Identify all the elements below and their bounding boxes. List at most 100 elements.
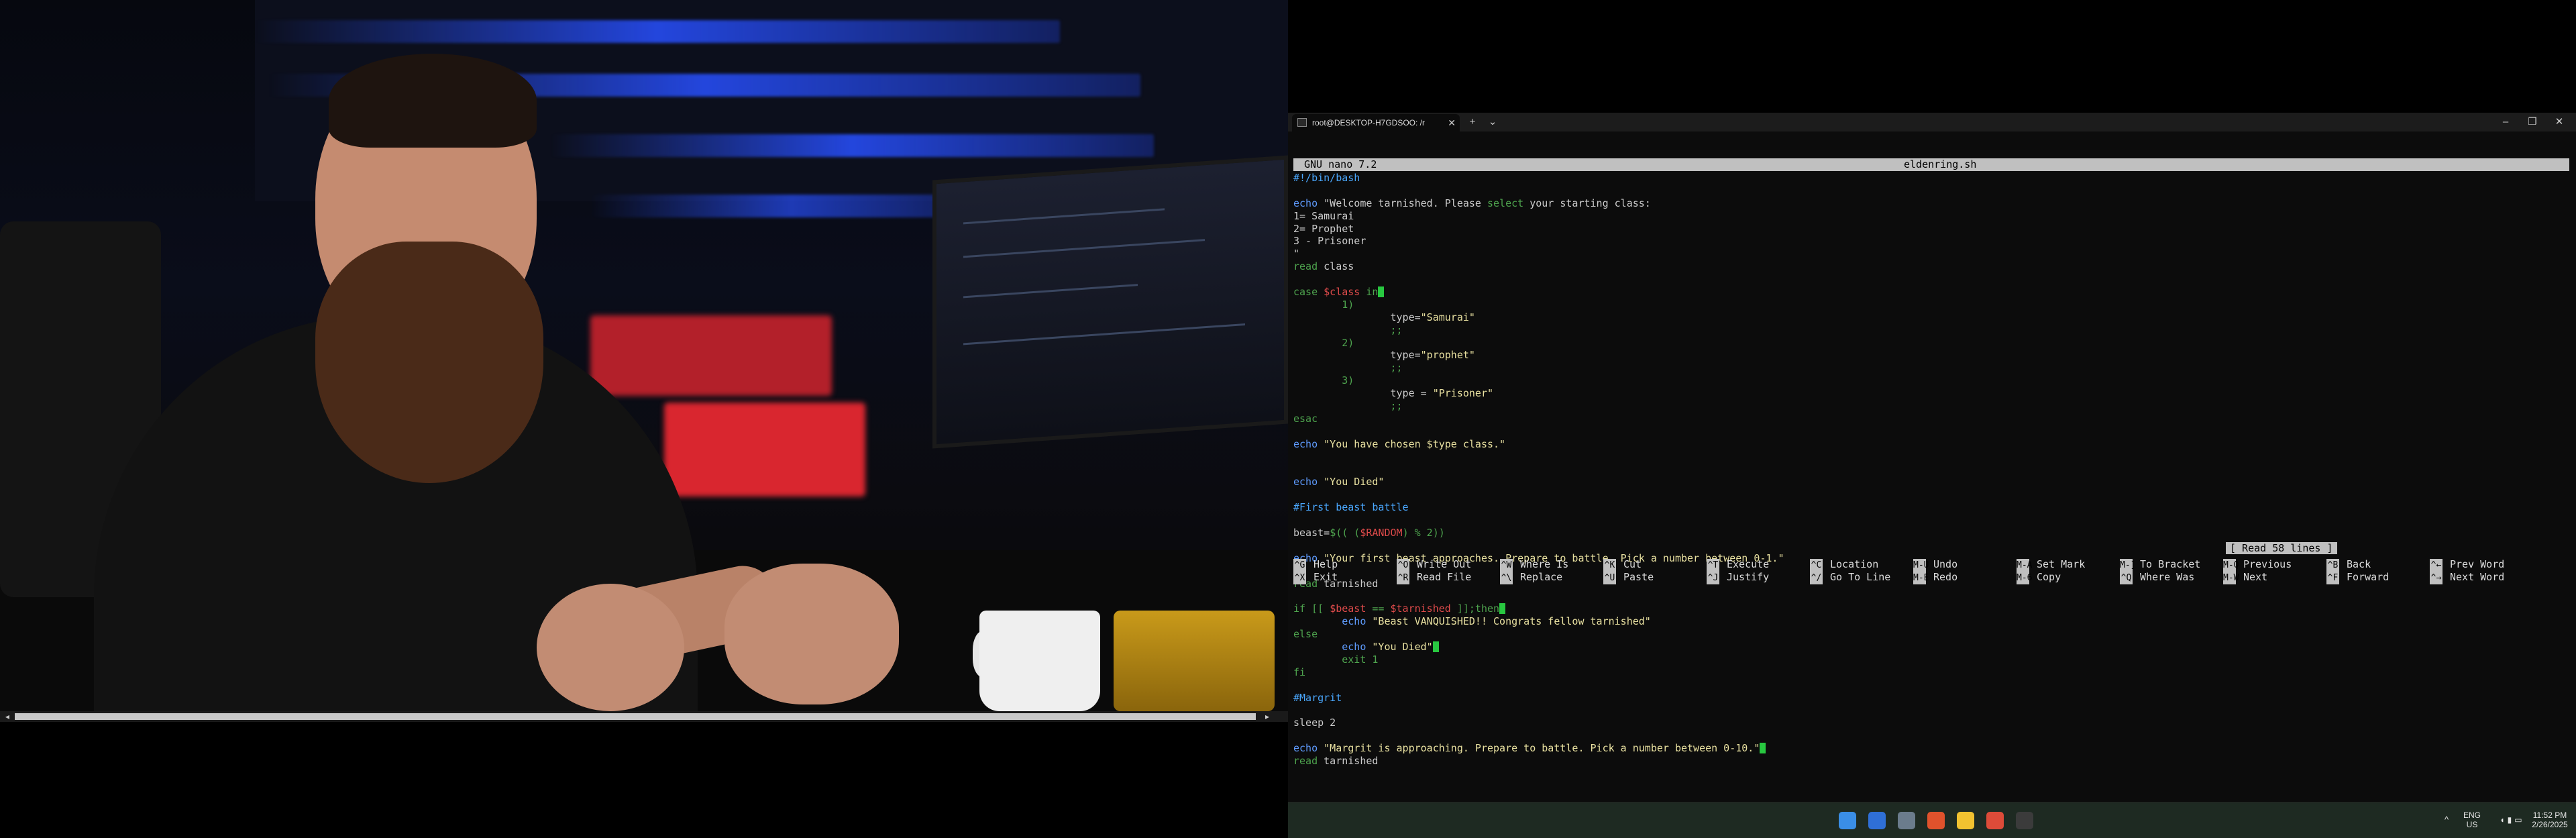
shortcut-item[interactable]: ^F Forward bbox=[2326, 571, 2427, 584]
code-line[interactable] bbox=[1293, 451, 2569, 464]
shortcut-item[interactable]: ^K Cut bbox=[1603, 558, 1704, 572]
shortcut-group: M-Q Previous M-W Next bbox=[2223, 558, 2324, 588]
shortcut-item[interactable]: ^R Read File bbox=[1397, 571, 1497, 584]
start-icon[interactable] bbox=[1839, 812, 1856, 829]
shortcut-item[interactable]: ^→ Next Word bbox=[2430, 571, 2530, 584]
code-line[interactable]: #Margrit bbox=[1293, 692, 2569, 704]
tab-dropdown-button[interactable]: ⌄ bbox=[1483, 113, 1503, 132]
code-line[interactable]: echo "You Died" bbox=[1293, 641, 2569, 653]
code-line[interactable]: ;; bbox=[1293, 324, 2569, 337]
shortcut-item[interactable]: ^/ Go To Line bbox=[1810, 571, 1911, 584]
code-line[interactable]: else bbox=[1293, 628, 2569, 641]
scrollbar-thumb[interactable] bbox=[15, 713, 1256, 720]
shortcut-item[interactable]: M-6 Copy bbox=[2017, 571, 2117, 584]
code-line[interactable]: 3) bbox=[1293, 374, 2569, 387]
code-line[interactable]: " bbox=[1293, 248, 2569, 260]
scroll-right-icon[interactable]: ▸ bbox=[1261, 711, 1273, 722]
code-line[interactable]: 3 - Prisoner bbox=[1293, 235, 2569, 248]
video-frame[interactable] bbox=[0, 0, 1288, 711]
code-line[interactable]: #First beast battle bbox=[1293, 501, 2569, 514]
task-view-icon[interactable] bbox=[1898, 812, 1915, 829]
code-line[interactable] bbox=[1293, 425, 2569, 438]
new-tab-button[interactable]: + bbox=[1462, 113, 1483, 132]
code-line[interactable]: if [[ $beast == $tarnished ]];then bbox=[1293, 603, 2569, 615]
code-line[interactable]: ;; bbox=[1293, 400, 2569, 413]
maximize-button[interactable]: ❐ bbox=[2522, 113, 2542, 132]
shortcut-item[interactable]: M-W Next bbox=[2223, 571, 2324, 584]
file-explorer-icon[interactable] bbox=[1957, 812, 1974, 829]
code-line[interactable] bbox=[1293, 273, 2569, 286]
code-line[interactable]: echo "Margrit is approaching. Prepare to… bbox=[1293, 742, 2569, 755]
code-token: " bbox=[1293, 248, 1300, 260]
network-icon[interactable]: ▮ bbox=[2508, 815, 2515, 825]
code-line[interactable]: case $class in bbox=[1293, 286, 2569, 299]
language-indicator[interactable]: ENG US bbox=[2461, 810, 2483, 829]
code-line[interactable]: exit 1 bbox=[1293, 653, 2569, 666]
shortcut-item[interactable]: ^T Execute bbox=[1707, 558, 1807, 572]
brave-browser-icon[interactable] bbox=[1927, 812, 1945, 829]
shortcut-item[interactable]: ^J Justify bbox=[1707, 571, 1807, 584]
code-line[interactable]: echo "You Died" bbox=[1293, 476, 2569, 488]
shortcut-item[interactable]: ^\ Replace bbox=[1500, 571, 1601, 584]
code-line[interactable]: beast=$(( ($RANDOM) % 2)) bbox=[1293, 527, 2569, 539]
tab-close-icon[interactable]: ✕ bbox=[1448, 114, 1456, 132]
code-token: echo bbox=[1293, 615, 1373, 628]
shortcut-item[interactable]: M-U Undo bbox=[1913, 558, 2014, 572]
code-line[interactable]: #!/bin/bash bbox=[1293, 172, 2569, 185]
code-line[interactable]: read class bbox=[1293, 260, 2569, 273]
shortcut-item[interactable]: ^← Prev Word bbox=[2430, 558, 2530, 572]
code-editor-area[interactable]: #!/bin/bash echo "Welcome tarnished. Plea… bbox=[1293, 172, 2569, 768]
shortcut-item[interactable]: ^W Where Is bbox=[1500, 558, 1601, 572]
code-line[interactable]: type="Samurai" bbox=[1293, 311, 2569, 324]
code-line[interactable] bbox=[1293, 463, 2569, 476]
shortcut-item[interactable]: ^B Back bbox=[2326, 558, 2427, 572]
tray-chevron-icon[interactable]: ^ bbox=[2442, 815, 2451, 825]
code-line[interactable]: read tarnished bbox=[1293, 755, 2569, 768]
code-line[interactable] bbox=[1293, 590, 2569, 603]
terminal-window[interactable]: root@DESKTOP-H7GDSOO: /r ✕ + ⌄ – ❐ ✕ GNU… bbox=[1288, 113, 2576, 802]
speaker-icon[interactable]: ◖ bbox=[2500, 815, 2507, 825]
code-line[interactable]: echo "You have chosen $type class." bbox=[1293, 438, 2569, 451]
shortcut-item[interactable]: ^Q Where Was bbox=[2120, 571, 2220, 584]
region-label: US bbox=[2466, 820, 2478, 829]
code-line[interactable]: type = "Prisoner" bbox=[1293, 387, 2569, 400]
shortcut-item[interactable]: ^U Paste bbox=[1603, 571, 1704, 584]
code-line[interactable]: echo "Welcome tarnished. Please select y… bbox=[1293, 197, 2569, 210]
code-line[interactable] bbox=[1293, 488, 2569, 501]
clock[interactable]: 11:52 PM 2/26/2025 bbox=[2528, 810, 2572, 829]
video-scrollbar[interactable]: ◂ ▸ bbox=[0, 711, 1288, 722]
code-line[interactable]: ;; bbox=[1293, 362, 2569, 374]
terminal-icon[interactable] bbox=[2016, 812, 2033, 829]
shortcut-item[interactable]: M-A Set Mark bbox=[2017, 558, 2117, 572]
code-line[interactable]: 2) bbox=[1293, 337, 2569, 350]
code-line[interactable]: 1= Samurai bbox=[1293, 210, 2569, 223]
chrome-icon[interactable] bbox=[1986, 812, 2004, 829]
code-line[interactable]: 1) bbox=[1293, 299, 2569, 311]
shortcut-item[interactable]: ^O Write Out bbox=[1397, 558, 1497, 572]
scroll-left-icon[interactable]: ◂ bbox=[1, 711, 13, 722]
code-line[interactable]: fi bbox=[1293, 666, 2569, 679]
shortcut-item[interactable]: M-Q Previous bbox=[2223, 558, 2324, 572]
code-line[interactable] bbox=[1293, 514, 2569, 527]
close-button[interactable]: ✕ bbox=[2549, 113, 2569, 132]
code-line[interactable]: 2= Prophet bbox=[1293, 223, 2569, 235]
code-line[interactable] bbox=[1293, 679, 2569, 692]
code-line[interactable] bbox=[1293, 704, 2569, 717]
minimize-button[interactable]: – bbox=[2496, 113, 2516, 132]
battery-icon[interactable]: ▭ bbox=[2514, 815, 2524, 825]
shortcut-item[interactable]: M-E Redo bbox=[1913, 571, 2014, 584]
code-line[interactable] bbox=[1293, 729, 2569, 742]
code-line[interactable]: echo "Beast VANQUISHED!! Congrats fellow… bbox=[1293, 615, 2569, 628]
terminal-tab[interactable]: root@DESKTOP-H7GDSOO: /r ✕ bbox=[1292, 114, 1460, 132]
code-line[interactable]: sleep 2 bbox=[1293, 717, 2569, 729]
code-line[interactable] bbox=[1293, 539, 2569, 552]
shortcut-item[interactable]: M-] To Bracket bbox=[2120, 558, 2220, 572]
shortcut-item[interactable]: ^X Exit bbox=[1293, 571, 1394, 584]
code-line[interactable] bbox=[1293, 185, 2569, 197]
shortcut-item[interactable]: ^G Help bbox=[1293, 558, 1394, 572]
code-line[interactable]: type="prophet" bbox=[1293, 349, 2569, 362]
search-icon[interactable] bbox=[1868, 812, 1886, 829]
shortcut-item[interactable]: ^C Location bbox=[1810, 558, 1911, 572]
nano-editor[interactable]: GNU nano 7.2 eldenring.sh #!/bin/bash echo… bbox=[1288, 132, 2576, 802]
code-line[interactable]: esac bbox=[1293, 413, 2569, 425]
